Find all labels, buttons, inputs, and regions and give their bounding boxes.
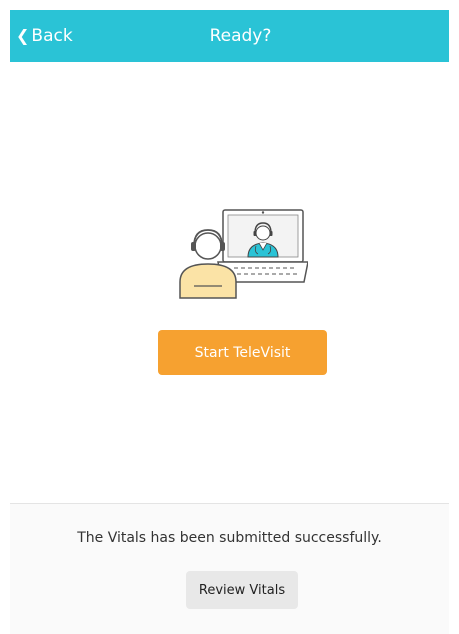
footer-panel: The Vitals has been submitted successful…	[10, 503, 449, 634]
app-screen: ❮ Back Ready? Start TeleVisit The Vitals…	[10, 10, 449, 634]
status-message: The Vitals has been submitted successful…	[77, 530, 382, 546]
review-vitals-button[interactable]: Review Vitals	[186, 571, 298, 609]
header-bar: ❮ Back Ready?	[10, 10, 449, 62]
televisit-illustration	[178, 208, 309, 300]
start-televisit-button[interactable]: Start TeleVisit	[158, 330, 327, 375]
page-title: Ready?	[209, 26, 272, 46]
